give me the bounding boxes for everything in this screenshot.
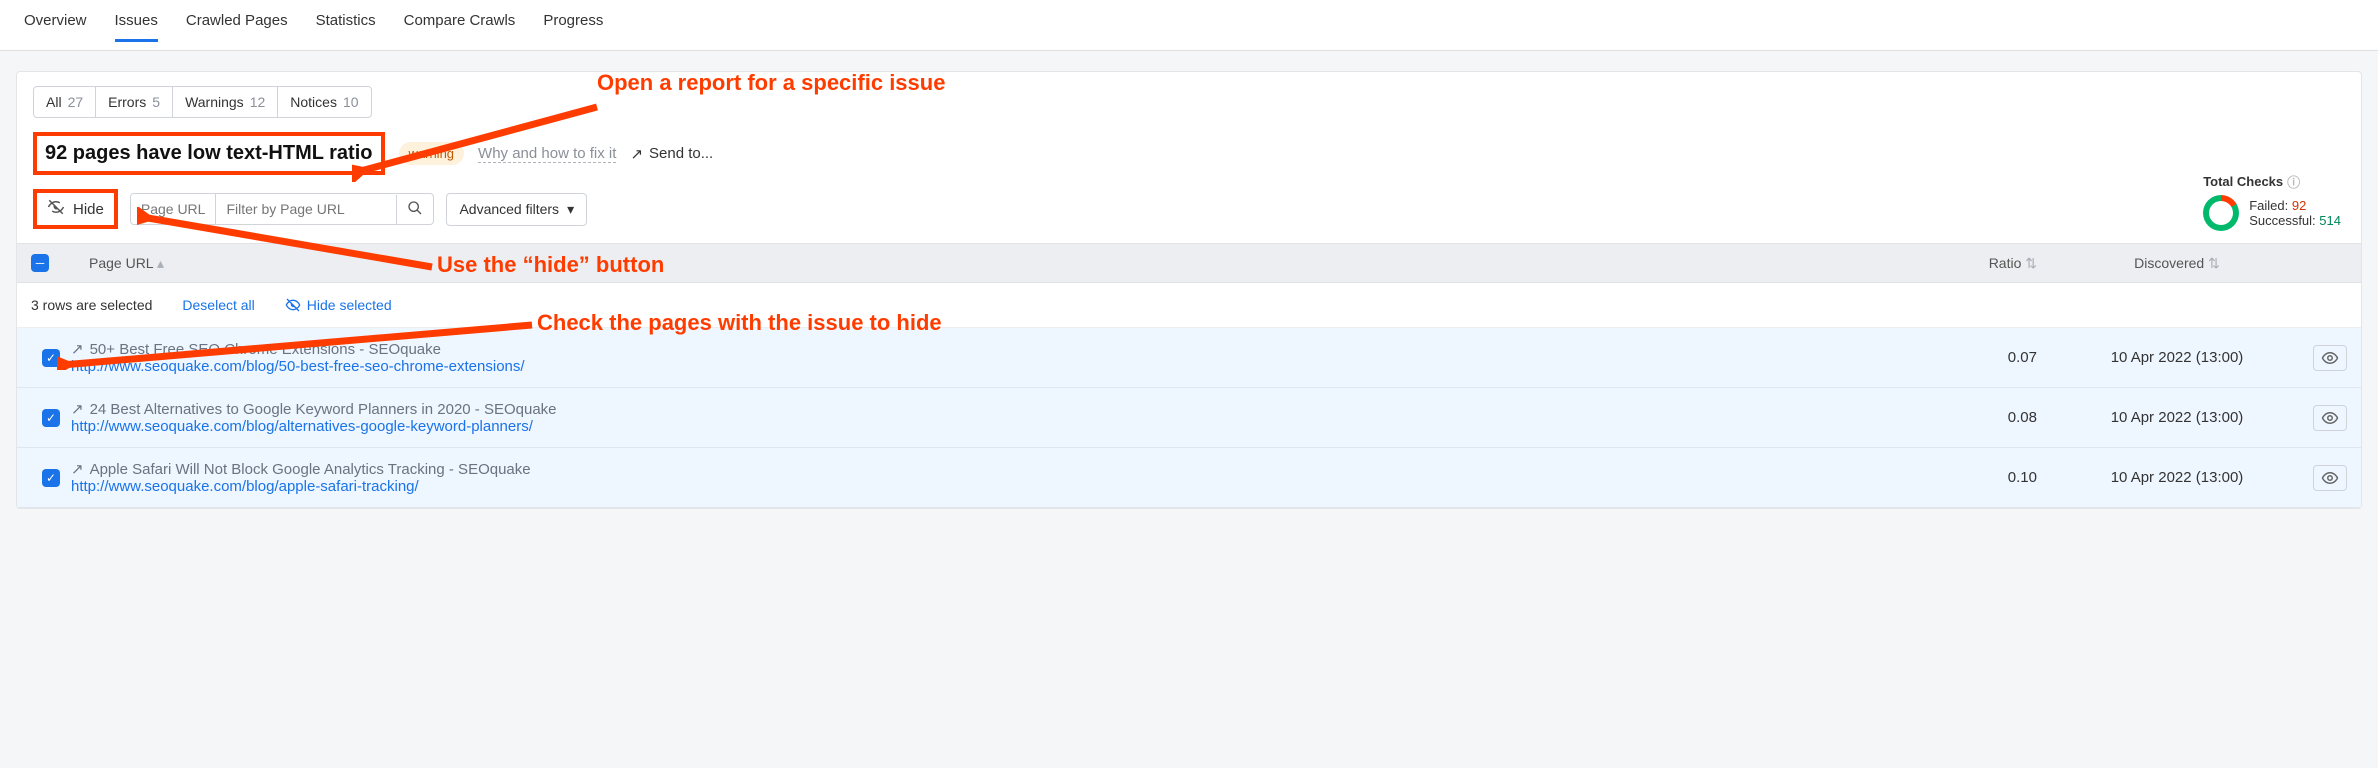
filter-notices[interactable]: Notices 10 xyxy=(278,87,370,117)
external-link-icon[interactable]: ↗ xyxy=(71,340,84,358)
advanced-filters-button[interactable]: Advanced filters ▾ xyxy=(446,193,587,226)
why-fix-link[interactable]: Why and how to fix it xyxy=(478,145,616,163)
send-to-button[interactable]: ↗ Send to... xyxy=(630,145,713,163)
url-filter-label: Page URL xyxy=(131,194,217,224)
filter-count: 27 xyxy=(68,94,84,110)
issue-type-filters: All 27 Errors 5 Warnings 12 Notices 10 xyxy=(33,86,372,118)
url-filter-group: Page URL xyxy=(130,193,435,225)
tab-compare-crawls[interactable]: Compare Crawls xyxy=(404,8,516,42)
sort-icon[interactable]: ▴ xyxy=(157,255,164,271)
row-checkbox[interactable]: ✓ xyxy=(42,409,60,427)
annotation-open-report: Open a report for a specific issue xyxy=(597,70,945,96)
total-checks: Total Checks ⓘ Failed: 92 Successful: 51… xyxy=(2203,172,2341,231)
ratio-value: 0.10 xyxy=(1927,469,2067,486)
search-icon xyxy=(407,200,423,216)
discovered-value: 10 Apr 2022 (13:00) xyxy=(2067,409,2287,426)
ratio-value: 0.08 xyxy=(1927,409,2067,426)
hide-icon xyxy=(47,198,65,220)
hide-icon xyxy=(285,297,301,313)
page-url-link[interactable]: http://www.seoquake.com/blog/apple-safar… xyxy=(71,478,1927,495)
page-title: 50+ Best Free SEO Chrome Extensions - SE… xyxy=(90,341,441,358)
filter-all[interactable]: All 27 xyxy=(34,87,96,117)
url-filter-input[interactable] xyxy=(216,194,396,224)
sort-icon[interactable]: ⇅ xyxy=(2208,255,2220,271)
page-url-link[interactable]: http://www.seoquake.com/blog/50-best-fre… xyxy=(71,358,1927,375)
external-link-icon[interactable]: ↗ xyxy=(71,400,84,418)
filter-count: 10 xyxy=(343,94,359,110)
issue-title[interactable]: 92 pages have low text-HTML ratio xyxy=(33,132,385,175)
selection-bar: 3 rows are selected Deselect all Hide se… xyxy=(17,283,2361,328)
send-to-label: Send to... xyxy=(649,145,713,162)
total-checks-title: Total Checks xyxy=(2203,174,2283,189)
failed-count: 92 xyxy=(2292,198,2306,213)
table-header: ─ Page URL ▴ Ratio ⇅ Discovered ⇅ xyxy=(17,243,2361,283)
success-count: 514 xyxy=(2319,213,2341,228)
hide-label: Hide xyxy=(73,201,104,218)
view-button[interactable] xyxy=(2313,405,2347,431)
sort-icon[interactable]: ⇅ xyxy=(2025,255,2037,271)
eye-icon xyxy=(2321,469,2339,487)
view-button[interactable] xyxy=(2313,465,2347,491)
donut-chart-icon xyxy=(2203,195,2239,231)
table-row: ✓ ↗ Apple Safari Will Not Block Google An… xyxy=(17,448,2361,508)
hide-selected-link[interactable]: Hide selected xyxy=(285,297,392,313)
external-link-icon[interactable]: ↗ xyxy=(71,460,84,478)
tab-overview[interactable]: Overview xyxy=(24,8,87,42)
hide-selected-label: Hide selected xyxy=(307,297,392,313)
filter-count: 12 xyxy=(250,94,266,110)
discovered-value: 10 Apr 2022 (13:00) xyxy=(2067,469,2287,486)
tab-issues[interactable]: Issues xyxy=(115,8,158,42)
page-title: Apple Safari Will Not Block Google Analy… xyxy=(90,461,531,478)
failed-label: Failed: xyxy=(2249,198,2288,213)
table-row: ✓ ↗ 24 Best Alternatives to Google Keywor… xyxy=(17,388,2361,448)
filter-count: 5 xyxy=(152,94,160,110)
page-url-link[interactable]: http://www.seoquake.com/blog/alternative… xyxy=(71,418,1927,435)
tab-crawled-pages[interactable]: Crawled Pages xyxy=(186,8,288,42)
severity-badge: warning xyxy=(399,142,465,165)
issue-panel: All 27 Errors 5 Warnings 12 Notices 10 92 pa… xyxy=(16,71,2362,509)
success-label: Successful: xyxy=(2249,213,2315,228)
deselect-all-link[interactable]: Deselect all xyxy=(182,297,254,313)
filter-label: Warnings xyxy=(185,94,244,110)
tab-statistics[interactable]: Statistics xyxy=(316,8,376,42)
ratio-value: 0.07 xyxy=(1927,349,2067,366)
filter-errors[interactable]: Errors 5 xyxy=(96,87,173,117)
table-row: ✓ ↗ 50+ Best Free SEO Chrome Extensions -… xyxy=(17,328,2361,388)
page-title: 24 Best Alternatives to Google Keyword P… xyxy=(90,401,557,418)
view-button[interactable] xyxy=(2313,345,2347,371)
search-button[interactable] xyxy=(396,195,433,224)
eye-icon xyxy=(2321,409,2339,427)
tab-progress[interactable]: Progress xyxy=(543,8,603,42)
col-ratio[interactable]: Ratio xyxy=(1989,255,2022,271)
main-tabs: Overview Issues Crawled Pages Statistics… xyxy=(0,0,2378,51)
info-icon[interactable]: ⓘ xyxy=(2287,172,2300,191)
col-discovered[interactable]: Discovered xyxy=(2134,255,2204,271)
filter-label: Notices xyxy=(290,94,337,110)
select-all-checkbox[interactable]: ─ xyxy=(31,254,49,272)
advanced-filters-label: Advanced filters xyxy=(459,201,559,217)
filter-label: Errors xyxy=(108,94,146,110)
filter-label: All xyxy=(46,94,62,110)
col-url[interactable]: Page URL xyxy=(89,255,153,271)
selection-count: 3 rows are selected xyxy=(31,297,152,313)
row-checkbox[interactable]: ✓ xyxy=(42,469,60,487)
discovered-value: 10 Apr 2022 (13:00) xyxy=(2067,349,2287,366)
share-icon: ↗ xyxy=(630,145,643,163)
filter-warnings[interactable]: Warnings 12 xyxy=(173,87,278,117)
row-checkbox[interactable]: ✓ xyxy=(42,349,60,367)
eye-icon xyxy=(2321,349,2339,367)
chevron-down-icon: ▾ xyxy=(567,201,574,218)
hide-button[interactable]: Hide xyxy=(33,189,118,229)
